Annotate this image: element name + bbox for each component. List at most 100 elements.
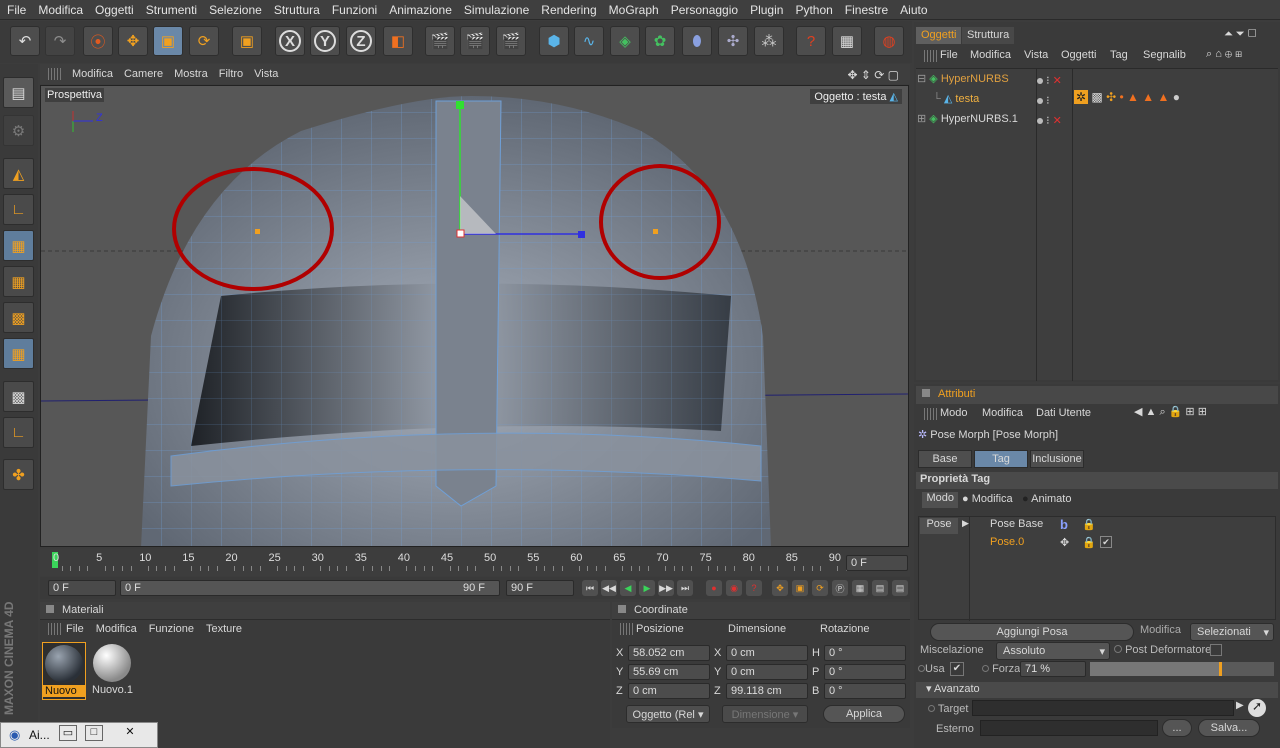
sculpt-icon[interactable]: ✤ xyxy=(3,459,34,490)
pick-target-icon[interactable]: ➚ xyxy=(1248,699,1266,717)
dimension-field[interactable]: 99.118 cm xyxy=(726,683,808,699)
environment-icon[interactable]: ⁂ xyxy=(754,26,784,56)
post-deformer-option[interactable]: Post Deformatore xyxy=(1114,644,1211,656)
close-icon[interactable]: ✕ xyxy=(115,725,145,741)
minimize-icon[interactable]: ▭ xyxy=(59,725,77,741)
visibility-dots[interactable]: ⁝ ✕ xyxy=(1037,74,1062,87)
rotate-icon[interactable]: ⟳ xyxy=(189,26,219,56)
dimension-mode-select[interactable]: Dimensione ▾ xyxy=(722,705,808,723)
apply-button[interactable]: Applica xyxy=(823,705,905,723)
edit-mode-select[interactable]: Selezionati ▾ xyxy=(1190,623,1274,641)
viewport[interactable]: Prospettiva Z Oggetto : testa ◭ xyxy=(40,85,909,547)
post-deformer-checkbox[interactable] xyxy=(1210,644,1222,656)
attr-tab-inclusione[interactable]: Inclusione xyxy=(1030,450,1084,468)
vp-menu-filtro[interactable]: Filtro xyxy=(213,64,248,80)
menu-plugin[interactable]: Plugin xyxy=(743,0,788,17)
z-axis-icon[interactable]: Z xyxy=(346,26,376,56)
last-tool-icon[interactable]: ▣ xyxy=(232,26,262,56)
viewport-nav-icons[interactable]: ✥ ⇕ ⟳ ▢ xyxy=(841,64,904,82)
rotation-field[interactable]: 0 ° xyxy=(824,683,906,699)
attr-tab-tag[interactable]: Tag xyxy=(974,450,1028,468)
x-axis-icon[interactable]: X xyxy=(275,26,305,56)
attr-menu-dati-utente[interactable]: Dati Utente xyxy=(1036,407,1091,419)
mat-menu-funzione[interactable]: Funzione xyxy=(149,623,194,635)
uv-mode-icon[interactable]: ▦ xyxy=(3,338,34,369)
position-field[interactable]: 58.052 cm xyxy=(628,645,710,661)
dimension-field[interactable]: 0 cm xyxy=(726,645,808,661)
obj-menu-modifica[interactable]: Modifica xyxy=(970,49,1011,61)
menu-personaggio[interactable]: Personaggio xyxy=(664,0,743,17)
rotation-field[interactable]: 0 ° xyxy=(824,645,906,661)
vp-menu-camere[interactable]: Camere xyxy=(118,64,168,80)
key-rotation-icon[interactable]: ⟳ xyxy=(812,580,828,596)
polygons-mode-icon[interactable]: ▩ xyxy=(3,302,34,333)
visibility-dots[interactable]: ⁝ ✕ xyxy=(1037,114,1062,127)
blend-select[interactable]: Assoluto ▾ xyxy=(996,642,1110,660)
menu-finestre[interactable]: Finestre xyxy=(838,0,893,17)
points-mode-icon[interactable]: ▦ xyxy=(3,230,34,261)
render-queue-icon[interactable]: ▦ xyxy=(832,26,862,56)
obj-toolbar-icons[interactable]: ⌕ ⌂ ⊕ ⊞ xyxy=(1206,48,1242,61)
target-arrow-icon[interactable]: ▶ xyxy=(1236,700,1244,711)
maximize-icon[interactable]: □ xyxy=(85,725,103,741)
mat-menu-texture[interactable]: Texture xyxy=(206,623,242,635)
coordinate-mode-select[interactable]: Oggetto (Rel ▾ xyxy=(626,705,710,723)
menu-struttura[interactable]: Struttura xyxy=(267,0,325,17)
polygon-selection-tag-icon[interactable]: ▲ xyxy=(1127,90,1139,104)
vp-menu-mostra[interactable]: Mostra xyxy=(168,64,213,80)
autokey-icon[interactable]: ◉ xyxy=(726,580,742,596)
panel-toggle-icon[interactable] xyxy=(46,605,54,613)
coordinate-system-icon[interactable]: ◧ xyxy=(383,26,413,56)
timeline[interactable]: 0 5 10 15 20 25 30 35 40 45 50 55 60 65 70 75 80 85 90 0 F xyxy=(40,549,910,576)
key-param-icon[interactable]: Ⓟ xyxy=(832,580,848,596)
texture-tag-icon[interactable]: ▩ xyxy=(1091,90,1102,104)
material-swatch[interactable]: Nuovo xyxy=(42,642,86,700)
browse-button[interactable]: ... xyxy=(1162,719,1192,737)
menu-strumenti[interactable]: Strumenti xyxy=(139,0,202,17)
menu-mograph[interactable]: MoGraph xyxy=(602,0,664,17)
add-pose-button[interactable]: Aggiungi Posa xyxy=(930,623,1134,641)
position-field[interactable]: 55.69 cm xyxy=(628,664,710,680)
render-view-icon[interactable]: 🎬 xyxy=(425,26,455,56)
mode-radio-modifica[interactable]: ● Modifica xyxy=(962,493,1013,505)
start-frame-field[interactable]: 0 F xyxy=(48,580,116,596)
key-pla-icon[interactable]: ▦ xyxy=(852,580,868,596)
spline-icon[interactable]: ∿ xyxy=(574,26,604,56)
obj-menu-file[interactable]: File xyxy=(940,49,958,61)
record-icon[interactable]: ● xyxy=(706,580,722,596)
lock-icon[interactable]: 🔒 xyxy=(1082,536,1096,549)
workplane-icon[interactable]: ∟ xyxy=(3,417,34,448)
obj-menu-segnalib[interactable]: Segnalib xyxy=(1143,49,1186,61)
play-icon[interactable]: ▶ xyxy=(639,580,655,596)
mat-menu-file[interactable]: File xyxy=(66,623,84,635)
menu-funzioni[interactable]: Funzioni xyxy=(325,0,382,17)
range-slider[interactable]: 0 F 90 F xyxy=(120,580,500,596)
expand-icon[interactable]: ⊟ xyxy=(917,73,926,85)
attr-menu-modo[interactable]: Modo xyxy=(940,407,968,419)
target-link-field[interactable] xyxy=(972,700,1234,716)
obj-menu-oggetti[interactable]: Oggetti xyxy=(1061,49,1096,61)
testa-tags[interactable]: ✲ ▩ ✣ • ▲ ▲ ▲ ● xyxy=(1074,90,1234,108)
strength-slider[interactable] xyxy=(1090,662,1274,676)
mat-menu-modifica[interactable]: Modifica xyxy=(96,623,137,635)
menu-modifica[interactable]: Modifica xyxy=(31,0,88,17)
slider-handle[interactable] xyxy=(1218,662,1222,676)
tab-oggetti[interactable]: Oggetti xyxy=(916,27,962,44)
web-icon[interactable]: ◍ xyxy=(874,26,904,56)
panel-window-icons[interactable]: ⏶ ⏷ ▢ xyxy=(1224,28,1257,41)
deformer-icon[interactable]: ⬮ xyxy=(682,26,712,56)
dimension-field[interactable]: 0 cm xyxy=(726,664,808,680)
vp-menu-modifica[interactable]: Modifica xyxy=(66,64,118,80)
point-tag-icon[interactable]: • xyxy=(1120,90,1124,104)
position-field[interactable]: 0 cm xyxy=(628,683,710,699)
object-axis-icon[interactable]: ∟ xyxy=(3,194,34,225)
rotation-field[interactable]: 0 ° xyxy=(824,664,906,680)
polygon-selection-tag-icon[interactable]: ▲ xyxy=(1142,90,1154,104)
select-icon[interactable]: ⦿ xyxy=(83,26,113,56)
goto-end-icon[interactable]: ⏭ xyxy=(677,580,693,596)
keyframe-help-icon[interactable]: ? xyxy=(746,580,762,596)
lock-icon[interactable]: 🔒 xyxy=(1082,518,1096,531)
selection-tag-icon[interactable]: ✣ xyxy=(1106,90,1116,104)
pose-morph-tag-icon[interactable]: ✲ xyxy=(1074,90,1089,104)
menu-aiuto[interactable]: Aiuto xyxy=(893,0,932,17)
